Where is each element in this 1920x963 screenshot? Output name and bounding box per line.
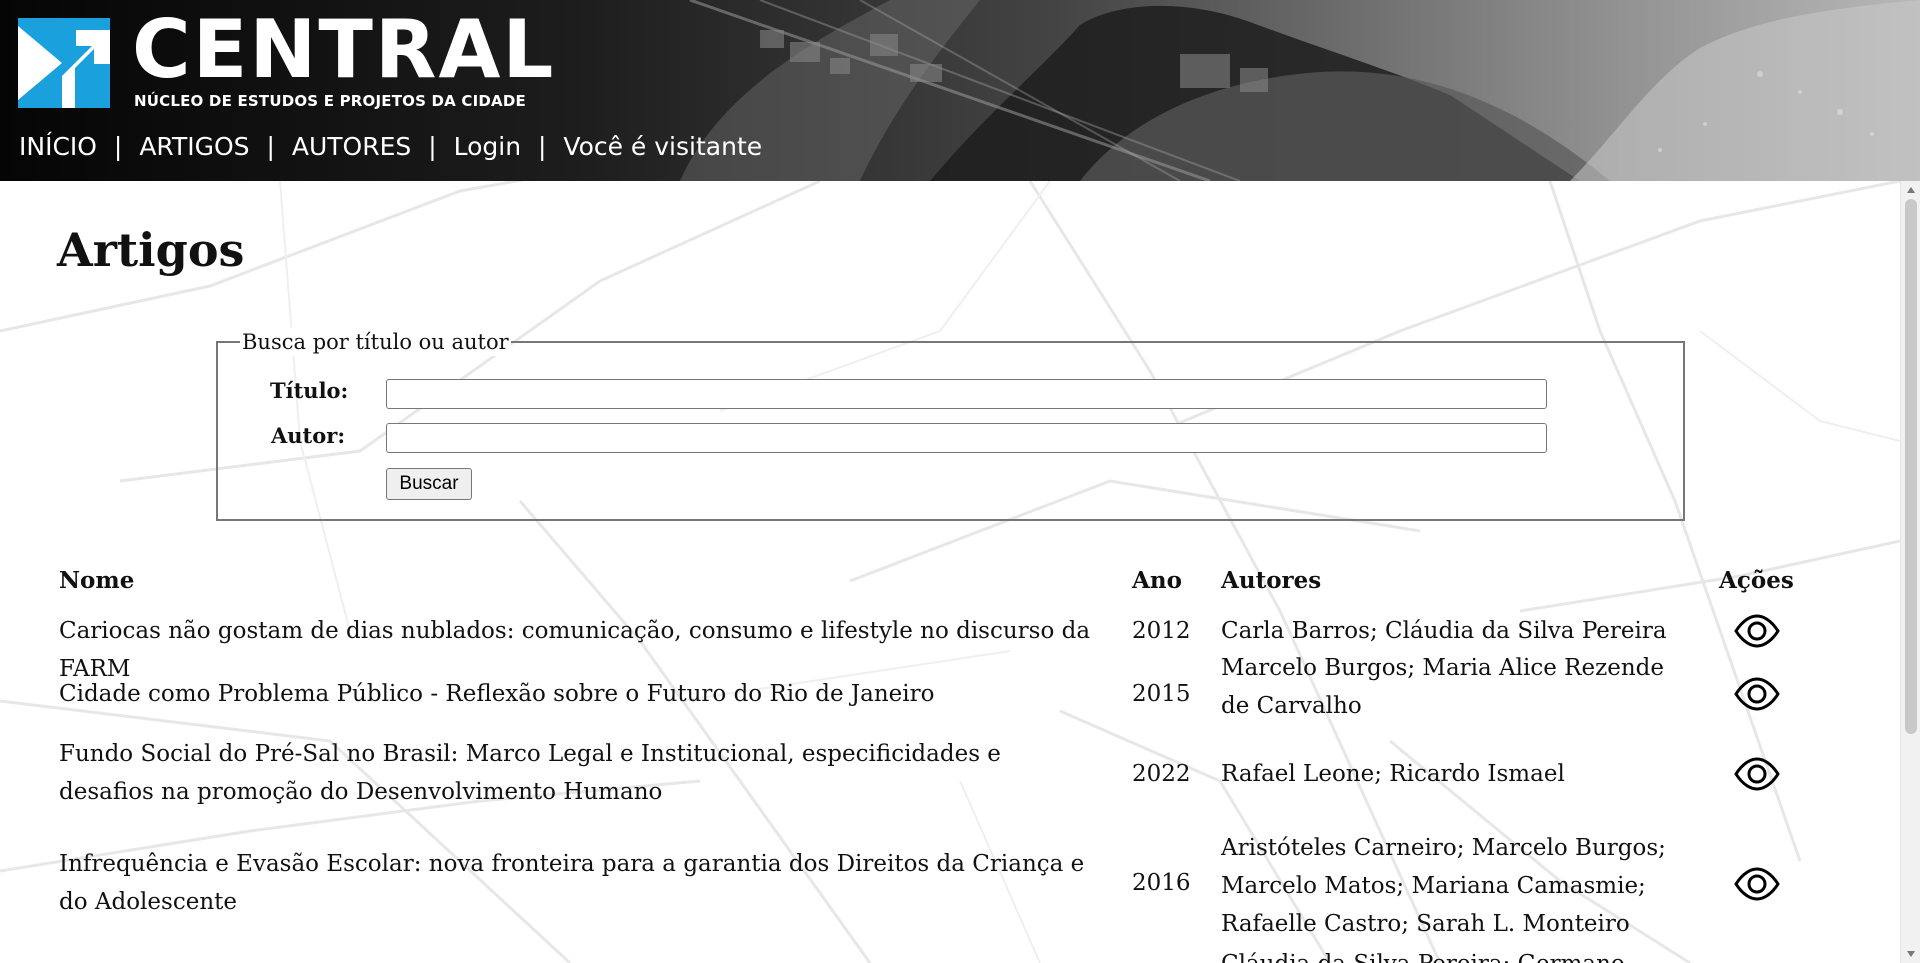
nav-autores-link[interactable]: AUTORES (292, 132, 411, 161)
main-navigation: INÍCIO | ARTIGOS | AUTORES | Login | Voc… (19, 130, 762, 164)
authors-column-header: Autores (1221, 567, 1322, 594)
table-row: Fundo Social do Pré-Sal no Brasil: Marco… (0, 735, 1900, 819)
scroll-down-arrow-icon[interactable] (1907, 951, 1915, 957)
article-authors: Aristóteles Carneiro; Marcelo Burgos; Ma… (1221, 835, 1666, 937)
title-input[interactable] (386, 379, 1547, 409)
page-title: Artigos (57, 223, 245, 277)
nav-separator: | (266, 132, 275, 161)
article-authors: Marcelo Burgos; Maria Alice Rezende de C… (1221, 655, 1664, 719)
article-year: 2012 (1132, 618, 1191, 644)
nav-separator: | (113, 132, 123, 161)
main-content: Artigos Busca por título ou autor Título… (0, 181, 1900, 963)
article-year: 2022 (1132, 761, 1191, 787)
brand-title: CENTRAL (132, 3, 556, 96)
nav-artigos-link[interactable]: ARTIGOS (139, 132, 249, 161)
name-column-header: Nome (59, 567, 135, 594)
visitor-status: Você é visitante (563, 132, 763, 161)
scrollbar-thumb[interactable] (1905, 199, 1917, 734)
article-title: Cidade como Problema Público - Reflexão … (59, 681, 935, 707)
eye-icon[interactable] (1733, 756, 1781, 792)
article-year: 2015 (1132, 681, 1191, 707)
articles-table: Cariocas não gostam de dias nublados: co… (0, 603, 1900, 963)
article-title: Fundo Social do Pré-Sal no Brasil: Marco… (59, 741, 1001, 805)
eye-icon[interactable] (1733, 613, 1781, 649)
vertical-scrollbar[interactable] (1900, 181, 1920, 963)
actions-column-header: Ações (1719, 567, 1794, 594)
year-column-header: Ano (1132, 567, 1182, 594)
nav-separator: | (538, 132, 547, 161)
articles-table-header: Nome Ano Autores Ações (0, 565, 1900, 601)
article-authors: Cláudia da Silva Pereira; Germano (1221, 945, 1671, 963)
nav-separator: | (428, 132, 437, 161)
title-label: Título: (270, 378, 349, 403)
author-input[interactable] (386, 423, 1547, 453)
site-header: CENTRAL NÚCLEO DE ESTUDOS E PROJETOS DA … (0, 0, 1920, 181)
central-logo-icon (18, 18, 110, 108)
author-label: Autor: (271, 423, 346, 448)
search-button[interactable]: Buscar (386, 468, 472, 500)
search-fieldset: Busca por título ou autor Título: Autor:… (216, 328, 1685, 521)
article-authors: Rafael Leone; Ricardo Ismael (1221, 761, 1565, 787)
nav-login-link[interactable]: Login (454, 132, 521, 161)
table-row: Infrequência e Evasão Escolar: nova fron… (0, 829, 1900, 951)
scroll-up-arrow-icon[interactable] (1907, 187, 1915, 193)
eye-icon[interactable] (1733, 676, 1781, 712)
article-title: Infrequência e Evasão Escolar: nova fron… (59, 851, 1085, 915)
table-row: Cláudia da Silva Pereira; Germano (0, 945, 1900, 963)
article-authors: Carla Barros; Cláudia da Silva Pereira (1221, 618, 1667, 644)
eye-icon[interactable] (1733, 866, 1781, 902)
table-row: Cidade como Problema Público - Reflexão … (0, 649, 1900, 733)
brand-subtitle: NÚCLEO DE ESTUDOS E PROJETOS DA CIDADE (134, 92, 526, 110)
nav-inicio-link[interactable]: INÍCIO (19, 132, 97, 161)
article-year: 2016 (1132, 870, 1191, 896)
search-legend: Busca por título ou autor (240, 328, 511, 356)
